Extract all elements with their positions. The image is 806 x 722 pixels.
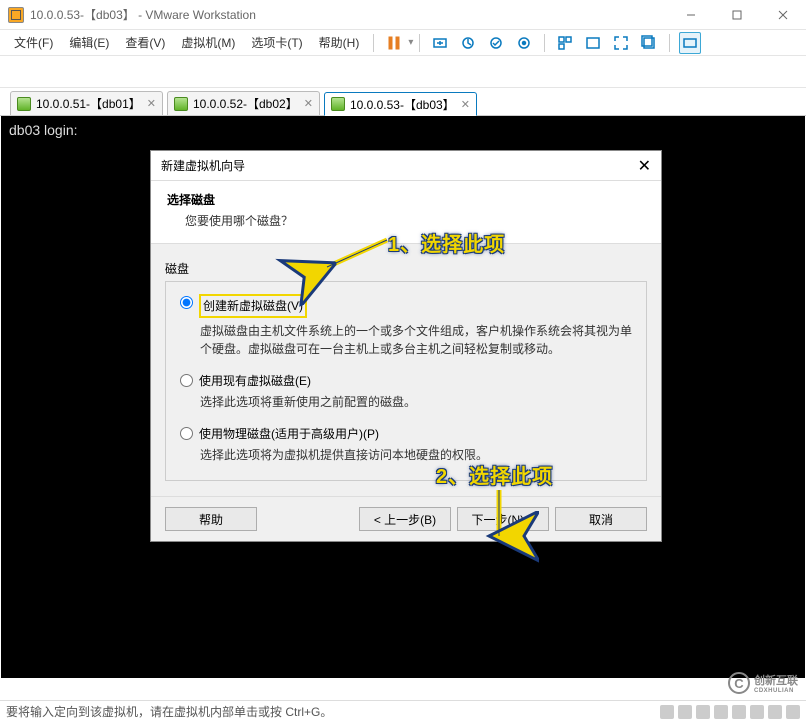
menubar: 文件(F) 编辑(E) 查看(V) 虚拟机(M) 选项卡(T) 帮助(H) ▾ (0, 30, 806, 56)
radio-use-physical-disk[interactable] (180, 427, 193, 440)
watermark: C 创新互联 CDXHULIAN (728, 672, 798, 694)
help-button[interactable]: 帮助 (165, 507, 257, 531)
menu-file[interactable]: 文件(F) (6, 31, 61, 54)
tab-label: 10.0.0.51-【db01】 (36, 95, 141, 112)
menu-view[interactable]: 查看(V) (117, 31, 173, 54)
minimize-button[interactable] (668, 0, 714, 30)
annotation-1: 1、选择此项 (388, 228, 505, 257)
app-icon (8, 7, 24, 23)
console-text: db03 login: (9, 122, 78, 138)
close-icon[interactable]: ✕ (638, 156, 651, 176)
watermark-sub: CDXHULIAN (754, 688, 798, 694)
vm-icon (17, 97, 31, 111)
single-view-icon[interactable] (582, 32, 604, 54)
tab-db02[interactable]: 10.0.0.52-【db02】 ✕ (167, 91, 320, 115)
statusbar: 要将输入定向到该虚拟机，请在虚拟机内部单击或按 Ctrl+G。 (0, 700, 806, 722)
tab-db01[interactable]: 10.0.0.51-【db01】 ✕ (10, 91, 163, 115)
radio-use-existing-disk[interactable] (180, 374, 193, 387)
status-text: 要将输入定向到该虚拟机，请在虚拟机内部单击或按 Ctrl+G。 (6, 703, 332, 720)
radio-create-new-disk[interactable] (180, 296, 193, 309)
status-device-icons (660, 705, 800, 719)
menu-edit[interactable]: 编辑(E) (61, 31, 117, 54)
radio-label-create[interactable]: 创建新虚拟磁盘(V) (203, 299, 303, 313)
tabstrip: 10.0.0.51-【db01】 ✕ 10.0.0.52-【db02】 ✕ 10… (0, 88, 806, 116)
thumbnail-icon[interactable] (554, 32, 576, 54)
back-button[interactable]: < 上一步(B) (359, 507, 451, 531)
radio-desc-physical: 选择此选项将为虚拟机提供直接访问本地硬盘的权限。 (200, 446, 632, 464)
tab-label: 10.0.0.52-【db02】 (193, 95, 298, 112)
snapshot-manager-icon[interactable] (513, 32, 535, 54)
dialog-heading: 选择磁盘 (167, 191, 645, 208)
next-button[interactable]: 下一步(N) > (457, 507, 549, 531)
tab-label: 10.0.0.53-【db03】 (350, 96, 455, 113)
close-button[interactable] (760, 0, 806, 30)
menu-help[interactable]: 帮助(H) (311, 31, 368, 54)
menu-tabs[interactable]: 选项卡(T) (243, 31, 310, 54)
library-row (0, 56, 806, 88)
new-vm-wizard-dialog: 新建虚拟机向导 ✕ 选择磁盘 您要使用哪个磁盘？ 磁盘 创建新虚拟磁盘(V) 虚… (150, 150, 662, 542)
radio-desc-create: 虚拟磁盘由主机文件系统上的一个或多个文件组成，客户机操作系统会将其视为单个硬盘。… (200, 322, 632, 358)
window-title: 10.0.0.53-【db03】 - VMware Workstation (30, 6, 256, 23)
dialog-subheading: 您要使用哪个磁盘？ (185, 212, 645, 229)
radio-label-physical[interactable]: 使用物理磁盘(适用于高级用户)(P) (199, 425, 379, 442)
close-icon[interactable]: ✕ (304, 97, 313, 110)
menu-vm[interactable]: 虚拟机(M) (173, 31, 243, 54)
annotation-2: 2、选择此项 (436, 460, 553, 489)
pause-icon[interactable] (383, 32, 405, 54)
dialog-titlebar: 新建虚拟机向导 ✕ (151, 151, 661, 181)
unity-icon[interactable] (638, 32, 660, 54)
titlebar: 10.0.0.53-【db03】 - VMware Workstation (0, 0, 806, 30)
watermark-brand: 创新互联 (754, 672, 798, 688)
maximize-button[interactable] (714, 0, 760, 30)
close-icon[interactable]: ✕ (147, 97, 156, 110)
snapshot-revert-icon[interactable] (485, 32, 507, 54)
radio-desc-existing: 选择此选项将重新使用之前配置的磁盘。 (200, 393, 632, 411)
fullscreen-icon[interactable] (610, 32, 632, 54)
stretch-icon[interactable] (679, 32, 701, 54)
disk-group: 创建新虚拟磁盘(V) 虚拟磁盘由主机文件系统上的一个或多个文件组成，客户机操作系… (165, 281, 647, 481)
tab-db03[interactable]: 10.0.0.53-【db03】 ✕ (324, 92, 477, 116)
group-label: 磁盘 (165, 260, 647, 277)
cancel-button[interactable]: 取消 (555, 507, 647, 531)
send-keys-icon[interactable] (429, 32, 451, 54)
snapshot-icon[interactable] (457, 32, 479, 54)
close-icon[interactable]: ✕ (461, 98, 470, 111)
dialog-title: 新建虚拟机向导 (161, 157, 245, 174)
radio-label-existing[interactable]: 使用现有虚拟磁盘(E) (199, 372, 311, 389)
vm-icon (174, 97, 188, 111)
dialog-footer: 帮助 < 上一步(B) 下一步(N) > 取消 (151, 496, 661, 541)
vm-icon (331, 97, 345, 111)
